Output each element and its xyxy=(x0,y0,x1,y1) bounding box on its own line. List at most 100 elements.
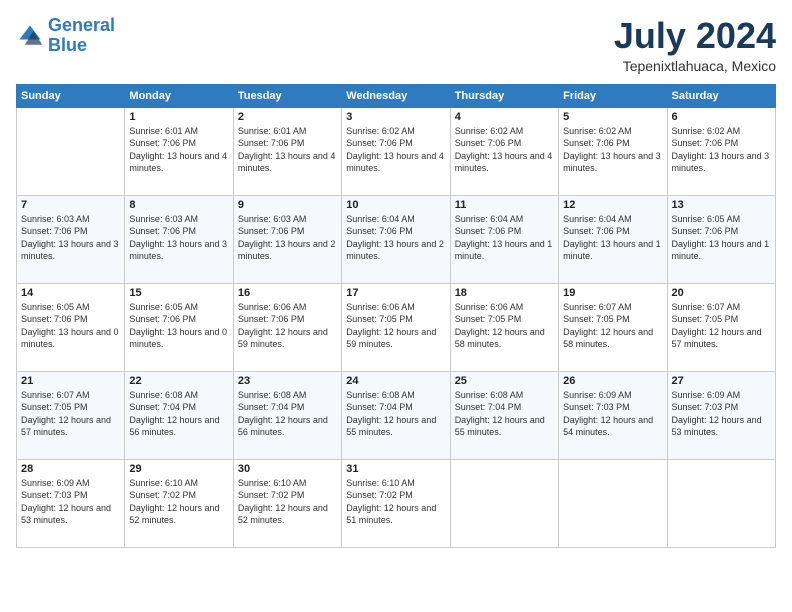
table-row: 13 Sunrise: 6:05 AMSunset: 7:06 PMDaylig… xyxy=(667,195,775,283)
table-row: 22 Sunrise: 6:08 AMSunset: 7:04 PMDaylig… xyxy=(125,371,233,459)
table-row: 29 Sunrise: 6:10 AMSunset: 7:02 PMDaylig… xyxy=(125,459,233,547)
table-row: 8 Sunrise: 6:03 AMSunset: 7:06 PMDayligh… xyxy=(125,195,233,283)
table-row: 25 Sunrise: 6:08 AMSunset: 7:04 PMDaylig… xyxy=(450,371,558,459)
col-monday: Monday xyxy=(125,84,233,107)
table-row: 14 Sunrise: 6:05 AMSunset: 7:06 PMDaylig… xyxy=(17,283,125,371)
day-info: Sunrise: 6:10 AMSunset: 7:02 PMDaylight:… xyxy=(346,477,445,527)
day-info: Sunrise: 6:06 AMSunset: 7:06 PMDaylight:… xyxy=(238,301,337,351)
table-row: 11 Sunrise: 6:04 AMSunset: 7:06 PMDaylig… xyxy=(450,195,558,283)
day-info: Sunrise: 6:05 AMSunset: 7:06 PMDaylight:… xyxy=(672,213,771,263)
day-info: Sunrise: 6:04 AMSunset: 7:06 PMDaylight:… xyxy=(455,213,554,263)
table-row: 2 Sunrise: 6:01 AMSunset: 7:06 PMDayligh… xyxy=(233,107,341,195)
day-info: Sunrise: 6:08 AMSunset: 7:04 PMDaylight:… xyxy=(455,389,554,439)
table-row: 17 Sunrise: 6:06 AMSunset: 7:05 PMDaylig… xyxy=(342,283,450,371)
logo-text: General Blue xyxy=(48,16,115,56)
day-number: 19 xyxy=(563,287,662,299)
day-number: 26 xyxy=(563,375,662,387)
day-info: Sunrise: 6:02 AMSunset: 7:06 PMDaylight:… xyxy=(563,125,662,175)
col-tuesday: Tuesday xyxy=(233,84,341,107)
table-row: 31 Sunrise: 6:10 AMSunset: 7:02 PMDaylig… xyxy=(342,459,450,547)
day-number: 25 xyxy=(455,375,554,387)
day-number: 10 xyxy=(346,199,445,211)
day-number: 11 xyxy=(455,199,554,211)
table-row: 1 Sunrise: 6:01 AMSunset: 7:06 PMDayligh… xyxy=(125,107,233,195)
col-thursday: Thursday xyxy=(450,84,558,107)
table-row xyxy=(450,459,558,547)
day-info: Sunrise: 6:07 AMSunset: 7:05 PMDaylight:… xyxy=(672,301,771,351)
day-info: Sunrise: 6:04 AMSunset: 7:06 PMDaylight:… xyxy=(563,213,662,263)
day-info: Sunrise: 6:06 AMSunset: 7:05 PMDaylight:… xyxy=(346,301,445,351)
table-row: 9 Sunrise: 6:03 AMSunset: 7:06 PMDayligh… xyxy=(233,195,341,283)
day-number: 7 xyxy=(21,199,120,211)
day-number: 2 xyxy=(238,111,337,123)
table-row: 23 Sunrise: 6:08 AMSunset: 7:04 PMDaylig… xyxy=(233,371,341,459)
table-row: 27 Sunrise: 6:09 AMSunset: 7:03 PMDaylig… xyxy=(667,371,775,459)
calendar-header-row: Sunday Monday Tuesday Wednesday Thursday… xyxy=(17,84,776,107)
day-number: 30 xyxy=(238,463,337,475)
col-friday: Friday xyxy=(559,84,667,107)
day-number: 3 xyxy=(346,111,445,123)
table-row: 18 Sunrise: 6:06 AMSunset: 7:05 PMDaylig… xyxy=(450,283,558,371)
day-number: 15 xyxy=(129,287,228,299)
header: General Blue July 2024 Tepenixtlahuaca, … xyxy=(16,16,776,74)
table-row: 7 Sunrise: 6:03 AMSunset: 7:06 PMDayligh… xyxy=(17,195,125,283)
table-row: 24 Sunrise: 6:08 AMSunset: 7:04 PMDaylig… xyxy=(342,371,450,459)
title-location: Tepenixtlahuaca, Mexico xyxy=(614,58,776,74)
logo-icon xyxy=(16,22,44,50)
col-saturday: Saturday xyxy=(667,84,775,107)
day-info: Sunrise: 6:08 AMSunset: 7:04 PMDaylight:… xyxy=(346,389,445,439)
calendar-week-3: 14 Sunrise: 6:05 AMSunset: 7:06 PMDaylig… xyxy=(17,283,776,371)
title-block: July 2024 Tepenixtlahuaca, Mexico xyxy=(614,16,776,74)
day-number: 12 xyxy=(563,199,662,211)
table-row: 20 Sunrise: 6:07 AMSunset: 7:05 PMDaylig… xyxy=(667,283,775,371)
day-info: Sunrise: 6:10 AMSunset: 7:02 PMDaylight:… xyxy=(238,477,337,527)
day-number: 31 xyxy=(346,463,445,475)
day-number: 24 xyxy=(346,375,445,387)
calendar-week-5: 28 Sunrise: 6:09 AMSunset: 7:03 PMDaylig… xyxy=(17,459,776,547)
day-number: 29 xyxy=(129,463,228,475)
day-info: Sunrise: 6:01 AMSunset: 7:06 PMDaylight:… xyxy=(129,125,228,175)
table-row xyxy=(559,459,667,547)
day-info: Sunrise: 6:10 AMSunset: 7:02 PMDaylight:… xyxy=(129,477,228,527)
day-number: 20 xyxy=(672,287,771,299)
day-info: Sunrise: 6:04 AMSunset: 7:06 PMDaylight:… xyxy=(346,213,445,263)
title-month: July 2024 xyxy=(614,16,776,56)
day-info: Sunrise: 6:09 AMSunset: 7:03 PMDaylight:… xyxy=(563,389,662,439)
day-number: 17 xyxy=(346,287,445,299)
table-row: 6 Sunrise: 6:02 AMSunset: 7:06 PMDayligh… xyxy=(667,107,775,195)
table-row xyxy=(667,459,775,547)
day-info: Sunrise: 6:09 AMSunset: 7:03 PMDaylight:… xyxy=(21,477,120,527)
day-number: 1 xyxy=(129,111,228,123)
day-number: 27 xyxy=(672,375,771,387)
day-info: Sunrise: 6:02 AMSunset: 7:06 PMDaylight:… xyxy=(672,125,771,175)
day-info: Sunrise: 6:07 AMSunset: 7:05 PMDaylight:… xyxy=(563,301,662,351)
day-info: Sunrise: 6:09 AMSunset: 7:03 PMDaylight:… xyxy=(672,389,771,439)
col-wednesday: Wednesday xyxy=(342,84,450,107)
day-number: 13 xyxy=(672,199,771,211)
table-row: 12 Sunrise: 6:04 AMSunset: 7:06 PMDaylig… xyxy=(559,195,667,283)
day-number: 16 xyxy=(238,287,337,299)
day-info: Sunrise: 6:02 AMSunset: 7:06 PMDaylight:… xyxy=(455,125,554,175)
day-number: 4 xyxy=(455,111,554,123)
table-row: 10 Sunrise: 6:04 AMSunset: 7:06 PMDaylig… xyxy=(342,195,450,283)
day-info: Sunrise: 6:06 AMSunset: 7:05 PMDaylight:… xyxy=(455,301,554,351)
col-sunday: Sunday xyxy=(17,84,125,107)
calendar-week-1: 1 Sunrise: 6:01 AMSunset: 7:06 PMDayligh… xyxy=(17,107,776,195)
table-row: 28 Sunrise: 6:09 AMSunset: 7:03 PMDaylig… xyxy=(17,459,125,547)
day-info: Sunrise: 6:03 AMSunset: 7:06 PMDaylight:… xyxy=(129,213,228,263)
calendar-week-2: 7 Sunrise: 6:03 AMSunset: 7:06 PMDayligh… xyxy=(17,195,776,283)
day-info: Sunrise: 6:08 AMSunset: 7:04 PMDaylight:… xyxy=(238,389,337,439)
table-row: 4 Sunrise: 6:02 AMSunset: 7:06 PMDayligh… xyxy=(450,107,558,195)
table-row: 21 Sunrise: 6:07 AMSunset: 7:05 PMDaylig… xyxy=(17,371,125,459)
day-info: Sunrise: 6:07 AMSunset: 7:05 PMDaylight:… xyxy=(21,389,120,439)
day-number: 14 xyxy=(21,287,120,299)
table-row xyxy=(17,107,125,195)
day-number: 6 xyxy=(672,111,771,123)
table-row: 16 Sunrise: 6:06 AMSunset: 7:06 PMDaylig… xyxy=(233,283,341,371)
page: General Blue July 2024 Tepenixtlahuaca, … xyxy=(0,0,792,612)
day-number: 18 xyxy=(455,287,554,299)
day-number: 9 xyxy=(238,199,337,211)
day-number: 28 xyxy=(21,463,120,475)
day-info: Sunrise: 6:08 AMSunset: 7:04 PMDaylight:… xyxy=(129,389,228,439)
table-row: 15 Sunrise: 6:05 AMSunset: 7:06 PMDaylig… xyxy=(125,283,233,371)
